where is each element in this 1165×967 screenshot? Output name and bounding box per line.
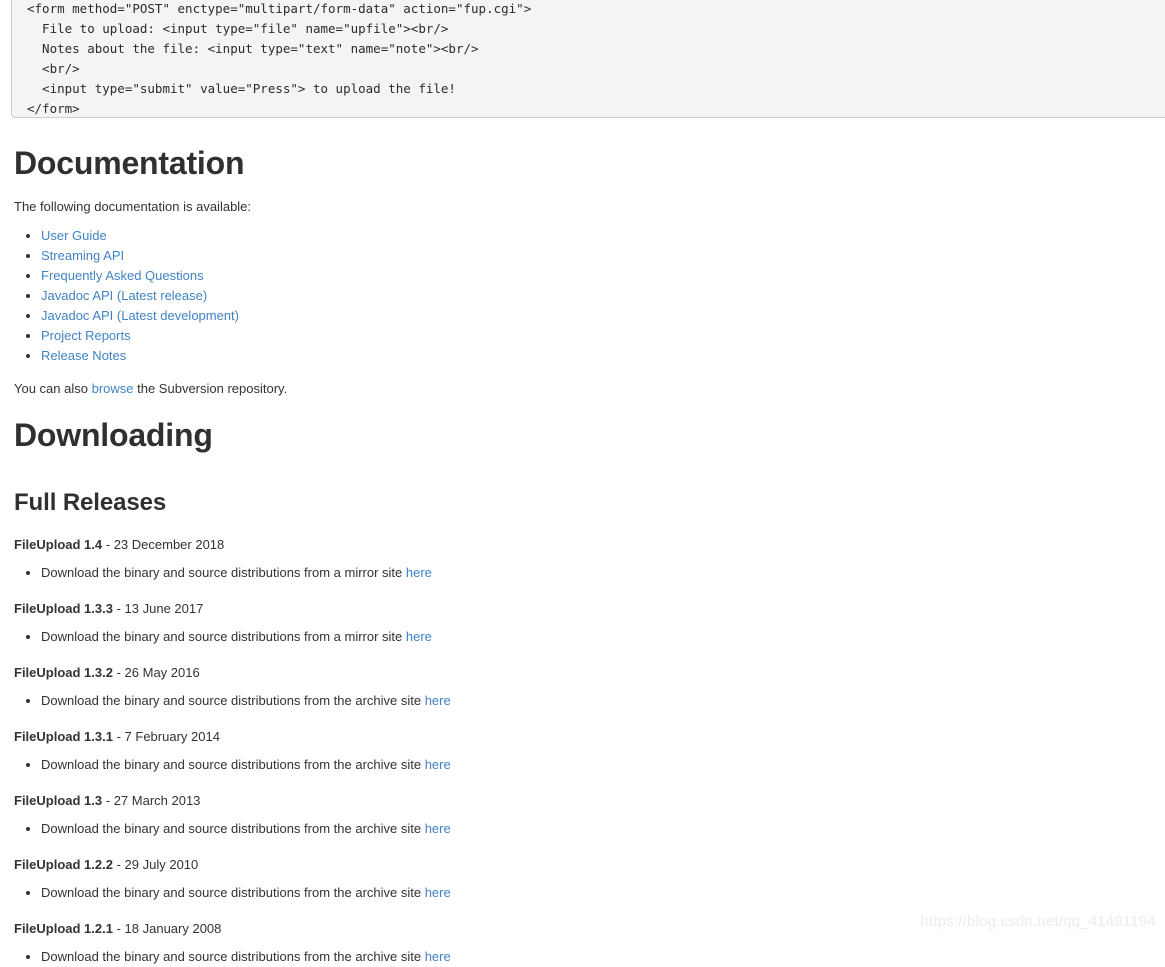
release-date: - 23 December 2018 [102, 537, 225, 552]
documentation-link-list: User Guide Streaming API Frequently Asked … [14, 226, 1151, 366]
release-download-link[interactable]: here [425, 821, 451, 836]
documentation-list-item: Javadoc API (Latest development) [41, 306, 1151, 326]
release-heading: FileUpload 1.3.2 - 26 May 2016 [14, 664, 1151, 682]
release-version-name: FileUpload 1.3.2 [14, 665, 113, 680]
release-download-text: Download the binary and source distribut… [41, 885, 425, 900]
release-version-name: FileUpload 1.4 [14, 537, 103, 552]
release-date: - 29 July 2010 [112, 857, 199, 872]
release-heading: FileUpload 1.3.1 - 7 February 2014 [14, 728, 1151, 746]
release-heading: FileUpload 1.3.3 - 13 June 2017 [14, 600, 1151, 618]
page-content: Documentation The following documentatio… [0, 126, 1165, 967]
release-date: - 26 May 2016 [112, 665, 200, 680]
release-download-list: Download the binary and source distribut… [14, 819, 1151, 839]
subversion-note-suffix: the Subversion repository. [133, 381, 288, 396]
release-download-item: Download the binary and source distribut… [41, 755, 1151, 775]
page-title-documentation: Documentation [14, 145, 245, 181]
release-heading: FileUpload 1.3 - 27 March 2013 [14, 792, 1151, 810]
page-title-downloading: Downloading [14, 417, 213, 453]
release-download-item: Download the binary and source distribut… [41, 563, 1151, 583]
release-download-list: Download the binary and source distribut… [14, 691, 1151, 711]
release-version-name: FileUpload 1.3 [14, 793, 103, 808]
documentation-link[interactable]: Frequently Asked Questions [41, 268, 204, 283]
documentation-link[interactable]: Project Reports [41, 328, 131, 343]
release-date: - 7 February 2014 [112, 729, 220, 744]
subversion-note: You can also browse the Subversion repos… [14, 380, 1151, 398]
release-download-text: Download the binary and source distribut… [41, 693, 425, 708]
release-version-name: FileUpload 1.3.3 [14, 601, 113, 616]
release-download-item: Download the binary and source distribut… [41, 691, 1151, 711]
release-heading: FileUpload 1.2.2 - 29 July 2010 [14, 856, 1151, 874]
release-download-list: Download the binary and source distribut… [14, 947, 1151, 967]
release-version-name: FileUpload 1.2.1 [14, 921, 113, 936]
documentation-list-item: User Guide [41, 226, 1151, 246]
documentation-link[interactable]: Streaming API [41, 248, 124, 263]
release-download-list: Download the binary and source distribut… [14, 563, 1151, 583]
release-download-item: Download the binary and source distribut… [41, 627, 1151, 647]
release-download-link[interactable]: here [406, 565, 432, 580]
release-date: - 13 June 2017 [112, 601, 204, 616]
release-download-text: Download the binary and source distribut… [41, 757, 425, 772]
code-sample-block: <form method="POST" enctype="multipart/f… [11, 0, 1165, 118]
release-version-name: FileUpload 1.2.2 [14, 857, 113, 872]
release-download-text: Download the binary and source distribut… [41, 565, 406, 580]
subversion-note-prefix: You can also [14, 381, 92, 396]
release-download-text: Download the binary and source distribut… [41, 949, 425, 964]
release-download-item: Download the binary and source distribut… [41, 947, 1151, 967]
browse-repository-link[interactable]: browse [92, 381, 134, 396]
release-download-item: Download the binary and source distribut… [41, 883, 1151, 903]
documentation-link[interactable]: Javadoc API (Latest development) [41, 308, 239, 323]
documentation-link[interactable]: Javadoc API (Latest release) [41, 288, 207, 303]
documentation-link[interactable]: User Guide [41, 228, 107, 243]
release-date: - 27 March 2013 [102, 793, 201, 808]
release-download-item: Download the binary and source distribut… [41, 819, 1151, 839]
release-download-list: Download the binary and source distribut… [14, 627, 1151, 647]
release-date: - 18 January 2008 [112, 921, 222, 936]
release-version-name: FileUpload 1.3.1 [14, 729, 113, 744]
watermark-text: https://blog.csdn.net/qq_41491194 [920, 913, 1156, 930]
release-heading: FileUpload 1.4 - 23 December 2018 [14, 536, 1151, 554]
release-download-text: Download the binary and source distribut… [41, 629, 406, 644]
documentation-list-item: Project Reports [41, 326, 1151, 346]
documentation-intro-text: The following documentation is available… [14, 199, 252, 214]
documentation-list-item: Javadoc API (Latest release) [41, 286, 1151, 306]
release-download-link[interactable]: here [425, 885, 451, 900]
documentation-list-item: Release Notes [41, 346, 1151, 366]
documentation-list-item: Frequently Asked Questions [41, 266, 1151, 286]
documentation-list-item: Streaming API [41, 246, 1151, 266]
section-title-full-releases: Full Releases [14, 489, 167, 516]
release-download-list: Download the binary and source distribut… [14, 755, 1151, 775]
release-list: FileUpload 1.4 - 23 December 2018 Downloa… [14, 536, 1151, 967]
code-sample-text: <form method="POST" enctype="multipart/f… [27, 1, 532, 116]
release-download-link[interactable]: here [425, 949, 451, 964]
release-download-link[interactable]: here [425, 693, 451, 708]
documentation-link[interactable]: Release Notes [41, 348, 126, 363]
release-download-list: Download the binary and source distribut… [14, 883, 1151, 903]
release-download-text: Download the binary and source distribut… [41, 821, 425, 836]
release-download-link[interactable]: here [425, 757, 451, 772]
release-download-link[interactable]: here [406, 629, 432, 644]
